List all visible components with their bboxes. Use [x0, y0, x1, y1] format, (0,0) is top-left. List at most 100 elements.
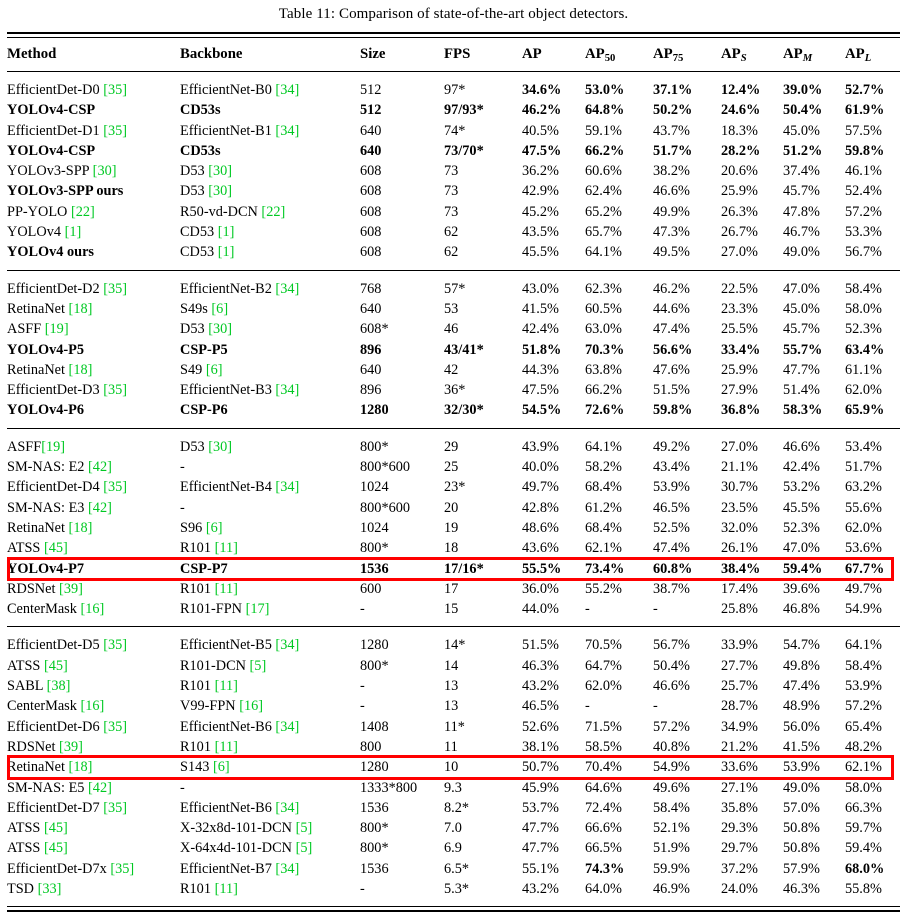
citation-ref[interactable]: [42] [88, 459, 112, 475]
citation-ref[interactable]: [11] [215, 881, 238, 897]
table-row[interactable]: YOLOv4-P6 CSP-P6 1280 32/30* 54.5% 72.6% 59.8%… [7, 400, 900, 420]
citation-ref[interactable]: [11] [215, 581, 238, 597]
table-row[interactable]: EfficientDet-D0 [35] EfficientNet-B0 [34]… [7, 80, 900, 100]
citation-ref[interactable]: [39] [59, 581, 83, 597]
citation-ref[interactable]: [6] [206, 362, 223, 378]
citation-ref[interactable]: [6] [211, 301, 228, 317]
table-row[interactable]: EfficientDet-D6 [35] EfficientNet-B6 [34]… [7, 717, 900, 737]
table-row[interactable]: EfficientDet-D7x [35] EfficientNet-B7 [34… [7, 859, 900, 879]
citation-ref[interactable]: [42] [88, 500, 112, 516]
citation-ref[interactable]: [34] [275, 719, 299, 735]
table-row[interactable]: YOLOv4 ours CD53 [1] 608 62 45.5% 64.1% 49.5% 2… [7, 242, 900, 262]
citation-ref[interactable]: [34] [275, 800, 299, 816]
citation-ref[interactable]: [45] [44, 658, 68, 674]
citation-ref[interactable]: [30] [208, 183, 232, 199]
citation-ref[interactable]: [35] [103, 281, 127, 297]
citation-ref[interactable]: [22] [261, 204, 285, 220]
citation-ref[interactable]: [30] [208, 439, 232, 455]
citation-ref[interactable]: [35] [103, 479, 127, 495]
table-row[interactable]: YOLOv3-SPP ours D53 [30] 608 73 42.9% 62.4% 46… [7, 181, 900, 201]
citation-ref[interactable]: [18] [69, 520, 93, 536]
citation-ref[interactable]: [11] [215, 540, 238, 556]
citation-ref[interactable]: [5] [250, 658, 267, 674]
table-row[interactable]: YOLOv4-P7 CSP-P7 1536 17/16* 55.5% 73.4% 60.8%… [7, 559, 900, 579]
citation-ref[interactable]: [39] [59, 739, 83, 755]
citation-ref[interactable]: [5] [296, 820, 313, 836]
table-row[interactable]: ATSS [45] X-32x8d-101-DCN [5] 800* 7.0 47.7%… [7, 818, 900, 838]
citation-ref[interactable]: [1] [218, 224, 235, 240]
citation-ref[interactable]: [45] [44, 540, 68, 556]
citation-ref[interactable]: [18] [69, 759, 93, 775]
citation-ref[interactable]: [16] [80, 601, 104, 617]
table-row[interactable]: YOLOv3-SPP [30] D53 [30] 608 73 36.2% 60.6% 38… [7, 161, 900, 181]
citation-ref[interactable]: [17] [246, 601, 270, 617]
table-row[interactable]: EfficientDet-D5 [35] EfficientNet-B5 [34]… [7, 635, 900, 655]
table-row[interactable]: ATSS [45] X-64x4d-101-DCN [5] 800* 6.9 47.7%… [7, 838, 900, 858]
table-row[interactable]: EfficientDet-D2 [35] EfficientNet-B2 [34]… [7, 279, 900, 299]
citation-ref[interactable]: [34] [275, 382, 299, 398]
citation-ref[interactable]: [35] [110, 861, 134, 877]
citation-ref[interactable]: [35] [103, 123, 127, 139]
table-row[interactable]: RetinaNet [18] S96 [6] 1024 19 48.6% 68.4% 52.… [7, 518, 900, 538]
table-row[interactable]: RetinaNet [18] S49s [6] 640 53 41.5% 60.5% 44.… [7, 299, 900, 319]
citation-ref[interactable]: [34] [275, 123, 299, 139]
cell-text: 48.2% [845, 738, 882, 755]
citation-ref[interactable]: [34] [275, 281, 299, 297]
citation-ref[interactable]: [16] [80, 698, 104, 714]
citation-ref[interactable]: [35] [103, 82, 127, 98]
citation-ref[interactable]: [35] [103, 719, 127, 735]
table-row[interactable]: YOLOv4-CSP CD53s 640 73/70* 47.5% 66.2% 51.7% 2… [7, 141, 900, 161]
table-row[interactable]: ATSS [45] R101-DCN [5] 800* 14 46.3% 64.7% 50.… [7, 656, 900, 676]
citation-ref[interactable]: [35] [103, 637, 127, 653]
citation-ref[interactable]: [34] [275, 861, 299, 877]
citation-ref[interactable]: [18] [69, 301, 93, 317]
citation-ref[interactable]: [11] [215, 739, 238, 755]
table-row[interactable]: SM-NAS: E3 [42] -800*600 20 42.8% 61.2% 46.5%… [7, 498, 900, 518]
table-row[interactable]: SM-NAS: E2 [42] -800*600 25 40.0% 58.2% 43.4%… [7, 457, 900, 477]
citation-ref[interactable]: [19] [45, 321, 69, 337]
citation-ref[interactable]: [30] [208, 321, 232, 337]
table-row[interactable]: EfficientDet-D3 [35] EfficientNet-B3 [34]… [7, 380, 900, 400]
table-row[interactable]: YOLOv4-P5 CSP-P5 896 43/41* 51.8% 70.3% 56.6% 3… [7, 340, 900, 360]
table-row[interactable]: EfficientDet-D1 [35] EfficientNet-B1 [34]… [7, 121, 900, 141]
citation-ref[interactable]: [1] [65, 224, 82, 240]
table-row[interactable]: SM-NAS: E5 [42] -1333*800 9.3 45.9% 64.6% 49.… [7, 778, 900, 798]
table-row[interactable]: RetinaNet [18] S143 [6] 1280 10 50.7% 70.4% 54… [7, 757, 900, 777]
table-row[interactable]: RetinaNet [18] S49 [6] 640 42 44.3% 63.8% 47.6… [7, 360, 900, 380]
citation-ref[interactable]: [34] [275, 479, 299, 495]
citation-ref[interactable]: [34] [275, 637, 299, 653]
citation-ref[interactable]: [33] [38, 881, 62, 897]
citation-ref[interactable]: [34] [275, 82, 299, 98]
table-row[interactable]: ATSS [45] R101 [11] 800* 18 43.6% 62.1% 47.4% 2… [7, 538, 900, 558]
table-row[interactable]: PP-YOLO [22] R50-vd-DCN [22] 608 73 45.2% 65.… [7, 202, 900, 222]
table-row[interactable]: EfficientDet-D4 [35] EfficientNet-B4 [34]… [7, 477, 900, 497]
citation-ref[interactable]: [16] [239, 698, 263, 714]
citation-ref[interactable]: [45] [44, 820, 68, 836]
citation-ref[interactable]: [22] [71, 204, 95, 220]
table-row[interactable]: TSD [33] R101 [11] -5.3* 43.2% 64.0% 46.9% 24.… [7, 879, 900, 899]
citation-ref[interactable]: [42] [88, 780, 112, 796]
citation-ref[interactable]: [35] [103, 382, 127, 398]
table-row[interactable]: YOLOv4-CSP CD53s 512 97/93* 46.2% 64.8% 50.2% 2… [7, 100, 900, 120]
table-row[interactable]: ASFF [19] D53 [30] 608* 46 42.4% 63.0% 47.4% 25… [7, 319, 900, 339]
citation-ref[interactable]: [18] [69, 362, 93, 378]
table-row[interactable]: CenterMask [16] V99-FPN [16] -13 46.5% - -28.… [7, 696, 900, 716]
table-row[interactable]: CenterMask [16] R101-FPN [17] -15 44.0% - -25… [7, 599, 900, 619]
citation-ref[interactable]: [35] [103, 800, 127, 816]
table-row[interactable]: RDSNet [39] R101 [11] 800 11 38.1% 58.5% 40.8%… [7, 737, 900, 757]
citation-ref[interactable]: [1] [218, 244, 235, 260]
citation-ref[interactable]: [19] [41, 439, 65, 455]
table-row[interactable]: YOLOv4 [1] CD53 [1] 608 62 43.5% 65.7% 47.3% 26… [7, 222, 900, 242]
table-row[interactable]: RDSNet [39] R101 [11] 600 17 36.0% 55.2% 38.7%… [7, 579, 900, 599]
citation-ref[interactable]: [30] [93, 163, 117, 179]
table-row[interactable]: EfficientDet-D7 [35] EfficientNet-B6 [34]… [7, 798, 900, 818]
citation-ref[interactable]: [6] [206, 520, 223, 536]
citation-ref[interactable]: [38] [47, 678, 71, 694]
table-row[interactable]: ASFF[19] D53 [30] 800* 29 43.9% 64.1% 49.2% 27.… [7, 437, 900, 457]
citation-ref[interactable]: [5] [296, 840, 313, 856]
citation-ref[interactable]: [6] [213, 759, 230, 775]
citation-ref[interactable]: [11] [215, 678, 238, 694]
citation-ref[interactable]: [30] [208, 163, 232, 179]
table-row[interactable]: SABL [38] R101 [11] -13 43.2% 62.0% 46.6% 25.7… [7, 676, 900, 696]
citation-ref[interactable]: [45] [44, 840, 68, 856]
